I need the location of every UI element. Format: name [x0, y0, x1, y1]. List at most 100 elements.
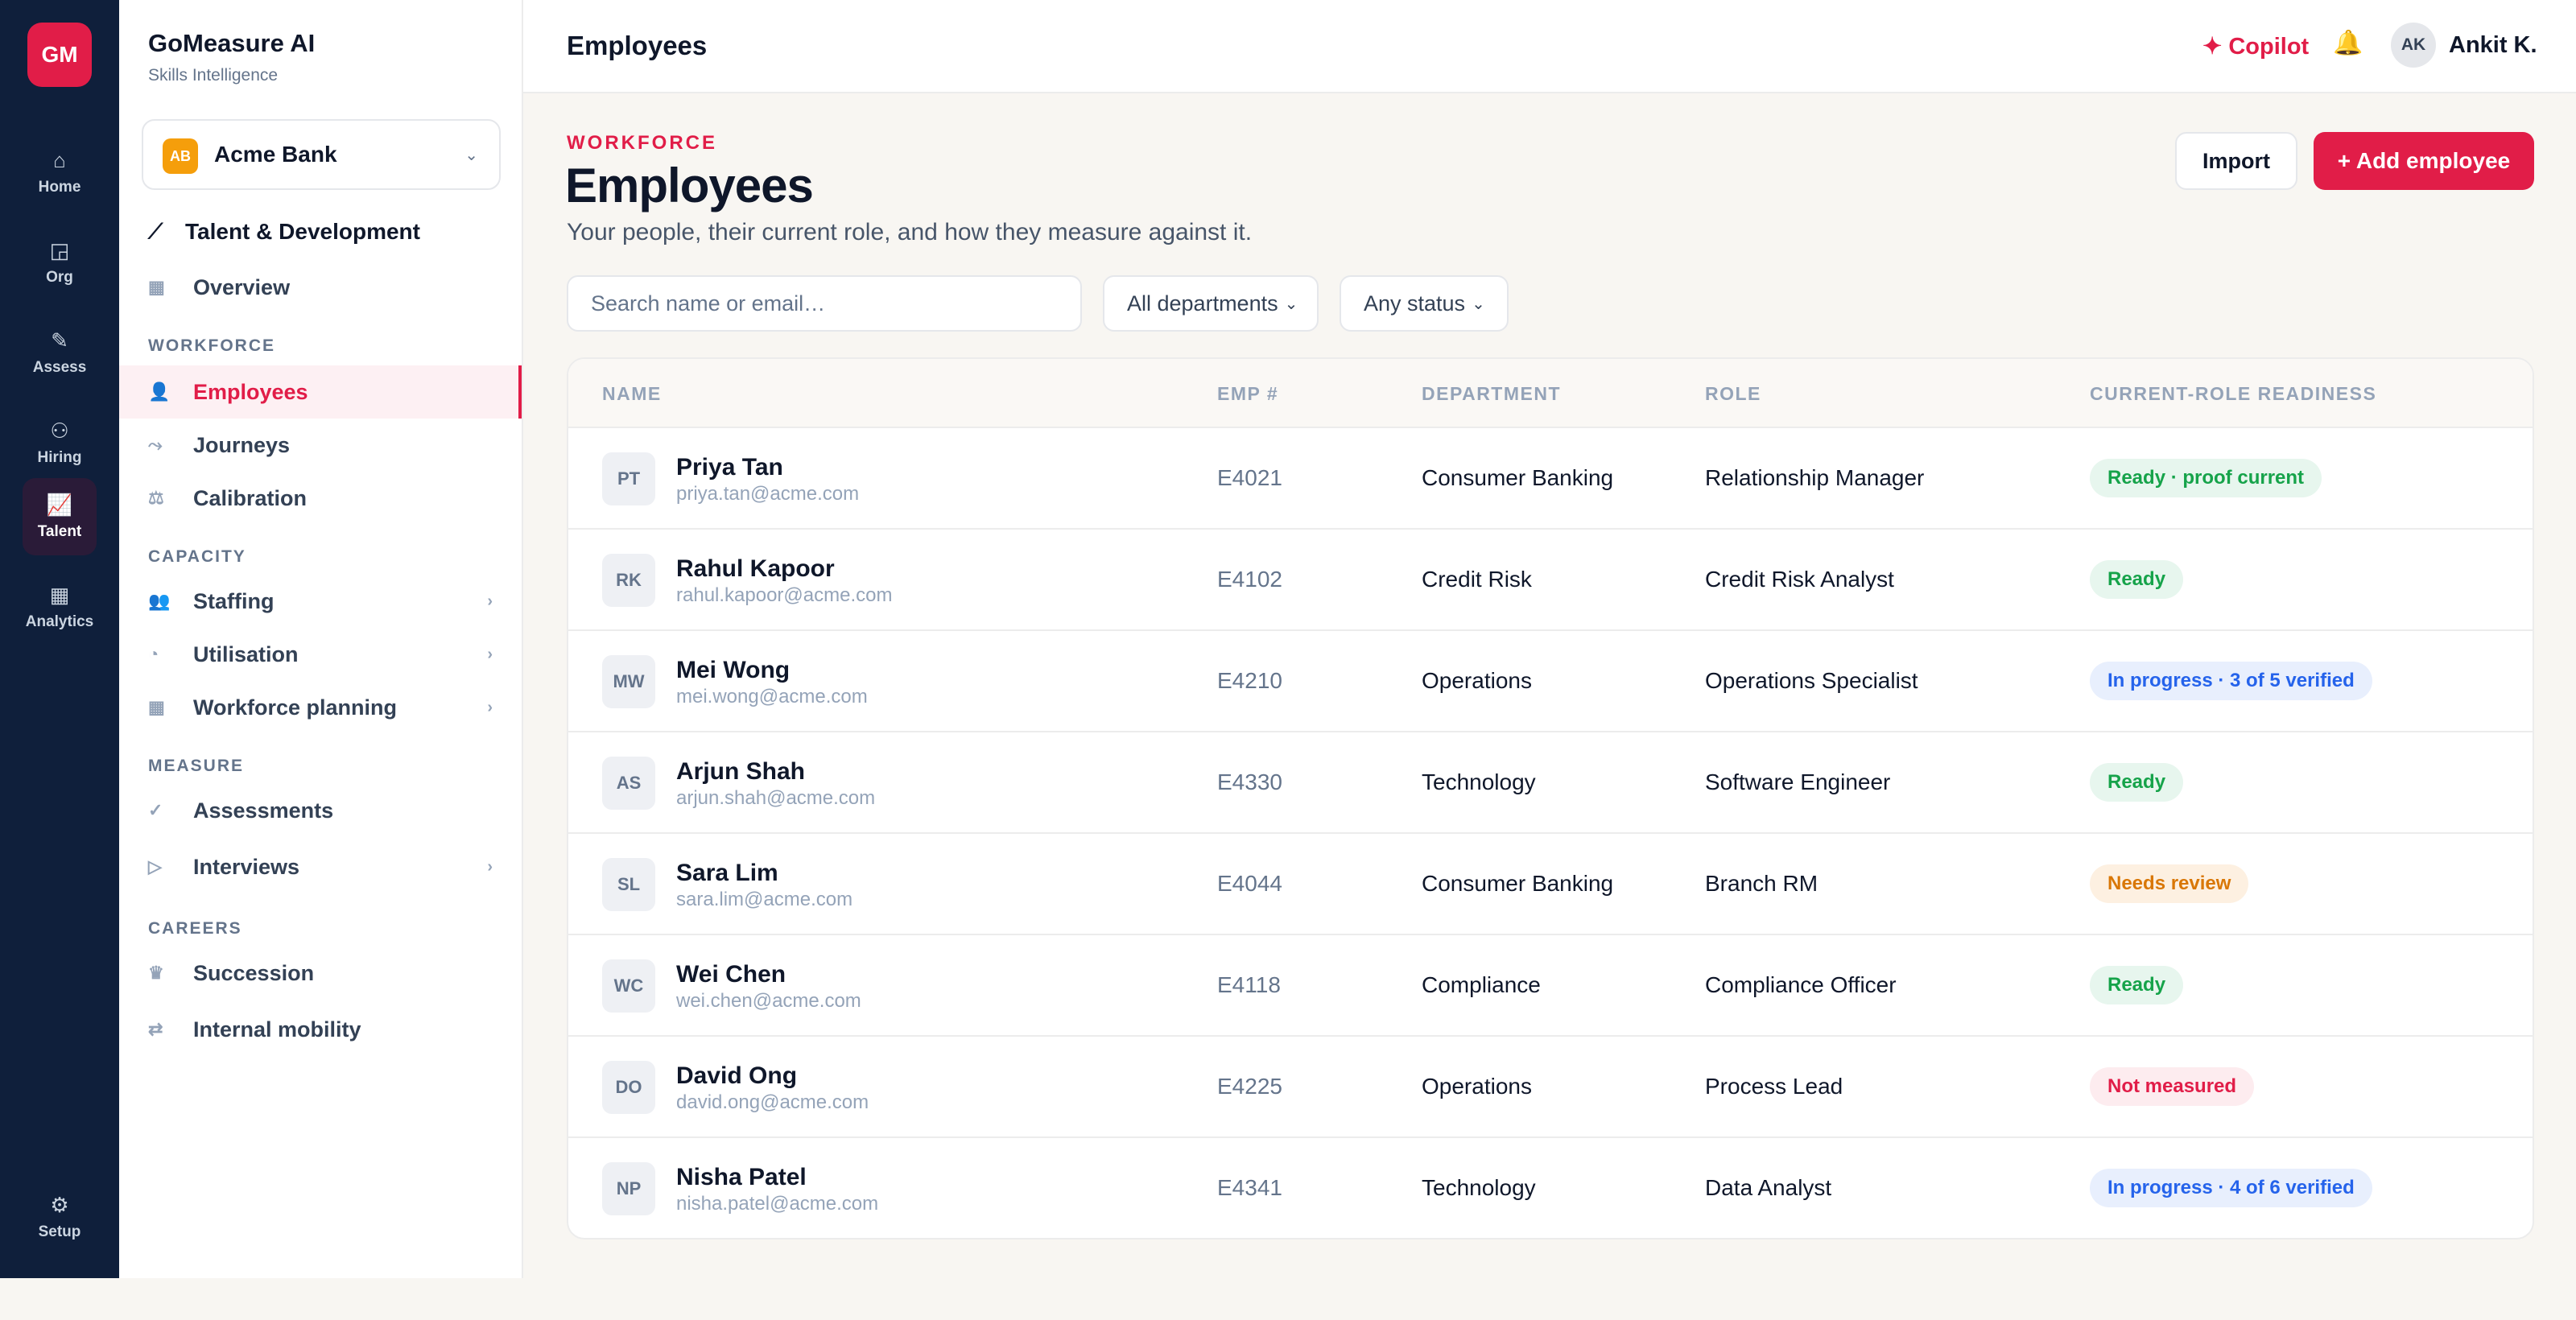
column-header-role[interactable]: ROLE — [1705, 383, 1761, 405]
employee-name[interactable]: Sara Lim — [676, 860, 778, 887]
add-employee-button[interactable]: + Add employee — [2314, 132, 2534, 190]
trend-line-icon: ⟋ — [148, 219, 163, 243]
table-row[interactable]: NP Nisha Patel nisha.patel@acme.com E434… — [568, 1138, 2533, 1238]
status-badge: Ready — [2090, 966, 2184, 1004]
employee-number: E4118 — [1217, 972, 1281, 997]
chevron-right-icon: › — [487, 857, 493, 876]
employee-number: E4021 — [1217, 465, 1282, 490]
employee-name[interactable]: Nisha Patel — [676, 1164, 807, 1191]
column-header-emp[interactable]: EMP # — [1217, 383, 1278, 405]
rail-item-analytics[interactable]: ▦ Analytics — [23, 568, 97, 646]
rail-item-org[interactable]: ◲ Org — [23, 224, 97, 301]
table-row[interactable]: SL Sara Lim sara.lim@acme.com E4044 Cons… — [568, 834, 2533, 935]
avatar: DO — [602, 1061, 655, 1114]
employee-department: Technology — [1422, 769, 1536, 794]
employee-number: E4225 — [1217, 1074, 1282, 1099]
chevron-down-icon: ⌄ — [464, 146, 478, 164]
table-row[interactable]: MW Mei Wong mei.wong@acme.com E4210 Oper… — [568, 631, 2533, 732]
sidebar-item-label: Assessments — [193, 798, 334, 823]
rail-item-label: Hiring — [37, 449, 82, 466]
status-filter[interactable]: Any status ⌄ — [1340, 275, 1509, 332]
table-row[interactable]: PT Priya Tan priya.tan@acme.com E4021 Co… — [568, 428, 2533, 530]
avatar[interactable]: AK — [2391, 23, 2436, 68]
section-careers: CAREERS — [148, 919, 242, 938]
avatar: SL — [602, 858, 655, 911]
employee-number: E4330 — [1217, 769, 1282, 794]
page-subtitle: Your people, their current role, and how… — [567, 219, 1253, 245]
scale-icon: ⚖ — [148, 488, 164, 508]
rail-item-home[interactable]: ⌂ Home — [23, 134, 97, 211]
sidebar-item-internal-mobility[interactable]: ⇄ Internal mobility — [119, 1003, 522, 1056]
chevron-down-icon: ⌄ — [1472, 295, 1485, 313]
rail-item-setup[interactable]: ⚙ Setup — [23, 1178, 97, 1256]
sidebar-item-interviews[interactable]: ▷ Interviews › — [119, 840, 522, 893]
sidebar-item-staffing[interactable]: 👥 Staffing › — [119, 575, 522, 628]
status-filter-value: Any status — [1364, 291, 1466, 316]
rail-item-talent[interactable]: 📈 Talent — [23, 478, 97, 555]
sidebar-item-journeys[interactable]: ⤳ Journeys — [119, 419, 522, 472]
rail-item-label: Talent — [37, 523, 82, 540]
import-button[interactable]: Import — [2175, 132, 2297, 190]
employee-role: Data Analyst — [1705, 1175, 1832, 1200]
bell-icon[interactable]: 🔔 — [2333, 29, 2363, 57]
copilot-button[interactable]: ✦ Copilot — [2202, 32, 2309, 60]
sidebar-item-utilisation[interactable]: ◔ Utilisation › — [119, 628, 522, 681]
search-input[interactable] — [567, 275, 1082, 332]
column-header-name[interactable]: NAME — [602, 383, 662, 405]
rail-item-hiring[interactable]: ⚇ Hiring — [23, 404, 97, 481]
chevron-right-icon: › — [487, 592, 493, 610]
employee-department: Operations — [1422, 1074, 1532, 1099]
column-header-readiness[interactable]: CURRENT-ROLE READINESS — [2090, 383, 2376, 405]
table-row[interactable]: AS Arjun Shah arjun.shah@acme.com E4330 … — [568, 732, 2533, 834]
sidebar-item-assessments[interactable]: ✓ Assessments — [119, 784, 522, 837]
table-row[interactable]: WC Wei Chen wei.chen@acme.com E4118 Comp… — [568, 935, 2533, 1037]
route-icon: ⤳ — [148, 435, 163, 455]
chevron-right-icon: › — [487, 645, 493, 663]
status-badge: In progress · 3 of 5 verified — [2090, 662, 2372, 700]
department-filter[interactable]: All departments ⌄ — [1103, 275, 1319, 332]
chart-trend-icon: 📈 — [46, 493, 73, 517]
org-icon: ◲ — [49, 238, 70, 262]
status-badge: Not measured — [2090, 1067, 2255, 1106]
employee-name[interactable]: David Ong — [676, 1062, 797, 1090]
employee-name[interactable]: Rahul Kapoor — [676, 555, 835, 583]
table-row[interactable]: DO David Ong david.ong@acme.com E4225 Op… — [568, 1037, 2533, 1138]
employee-number: E4102 — [1217, 567, 1282, 592]
avatar: MW — [602, 655, 655, 708]
avatar: RK — [602, 554, 655, 607]
avatar: NP — [602, 1162, 655, 1215]
employee-email: david.ong@acme.com — [676, 1091, 869, 1113]
sidebar-item-overview[interactable]: ▦ Overview — [119, 261, 522, 314]
user-name[interactable]: Ankit K. — [2449, 32, 2537, 59]
rail-item-assess[interactable]: ✎ Assess — [23, 314, 97, 391]
org-switcher[interactable]: AB Acme Bank ⌄ — [142, 119, 501, 190]
rail-item-label: Setup — [38, 1223, 81, 1240]
sidebar-item-employees[interactable]: 👤 Employees — [119, 365, 522, 419]
employee-number: E4044 — [1217, 871, 1282, 896]
avatar: WC — [602, 959, 655, 1013]
table-row[interactable]: RK Rahul Kapoor rahul.kapoor@acme.com E4… — [568, 530, 2533, 631]
employee-email: sara.lim@acme.com — [676, 889, 853, 910]
employee-name[interactable]: Arjun Shah — [676, 758, 805, 786]
rail-item-label: Analytics — [25, 613, 94, 630]
column-header-department[interactable]: DEPARTMENT — [1422, 383, 1561, 405]
sidebar-item-label: Journeys — [193, 432, 291, 457]
sidebar-item-label: Interviews — [193, 854, 300, 879]
page-eyebrow: WORKFORCE — [567, 132, 717, 154]
sidebar-item-label: Calibration — [193, 485, 308, 510]
nav-group-title: ⟋ Talent & Development — [148, 219, 420, 245]
employee-name[interactable]: Priya Tan — [676, 454, 783, 481]
employee-role: Software Engineer — [1705, 769, 1891, 794]
employee-email: arjun.shah@acme.com — [676, 787, 876, 809]
app-logo[interactable]: GM — [27, 23, 92, 87]
check-icon: ✓ — [148, 800, 163, 820]
employee-name[interactable]: Wei Chen — [676, 961, 786, 988]
sidebar-item-succession[interactable]: ♛ Succession — [119, 947, 522, 1000]
sidebar-item-workforce-planning[interactable]: ▦ Workforce planning › — [119, 681, 522, 734]
top-bar: Employees ✦ Copilot 🔔 AK Ankit K. — [523, 0, 2576, 93]
home-icon: ⌂ — [53, 148, 66, 172]
employee-department: Credit Risk — [1422, 567, 1532, 592]
employee-name[interactable]: Mei Wong — [676, 657, 790, 684]
nav-group-label: Talent & Development — [185, 219, 420, 244]
sidebar-item-calibration[interactable]: ⚖ Calibration — [119, 472, 522, 525]
